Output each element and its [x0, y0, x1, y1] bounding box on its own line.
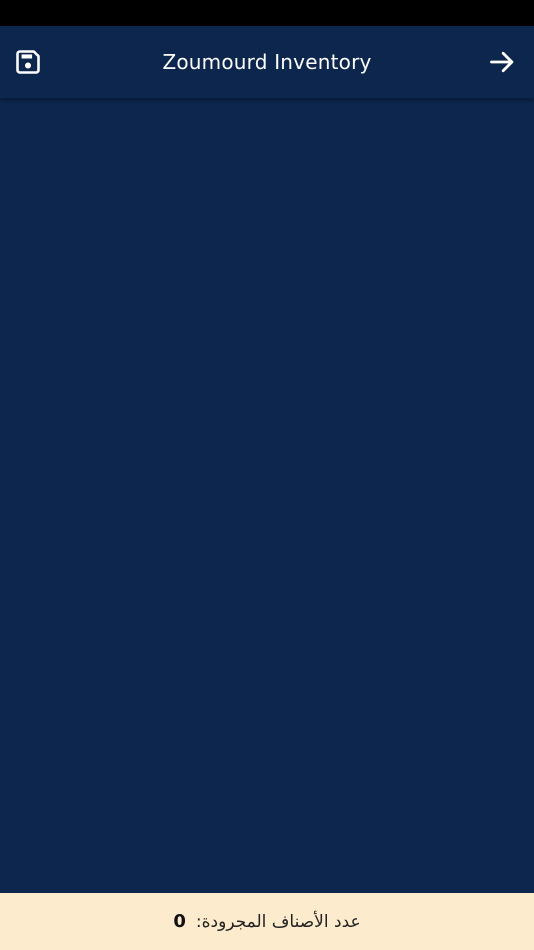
save-icon	[16, 50, 40, 74]
status-bar	[0, 0, 534, 26]
save-button[interactable]	[6, 40, 50, 84]
forward-button[interactable]	[480, 40, 524, 84]
app-screen: Zoumourd Inventory عدد الأصناف المجرودة:…	[0, 0, 534, 950]
arrow-forward-icon	[490, 51, 514, 73]
counted-items-footer: عدد الأصناف المجرودة: 0	[0, 893, 534, 950]
inventory-list-area	[0, 98, 534, 893]
counted-items-count: 0	[173, 911, 186, 932]
counted-items-label: عدد الأصناف المجرودة:	[195, 911, 361, 932]
app-bar: Zoumourd Inventory	[0, 26, 534, 98]
page-title: Zoumourd Inventory	[162, 50, 372, 74]
